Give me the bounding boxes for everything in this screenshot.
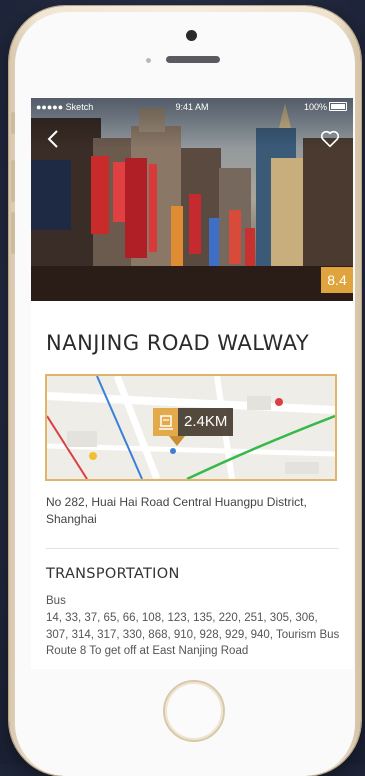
home-button[interactable] bbox=[163, 680, 225, 742]
front-camera bbox=[186, 30, 197, 41]
place-title: NANJING ROAD WALWAY bbox=[46, 331, 310, 355]
address-text: No 282, Huai Hai Road Central Huangpu Di… bbox=[46, 495, 307, 526]
back-button[interactable] bbox=[43, 128, 65, 150]
volume-up-button bbox=[11, 160, 15, 202]
hero-photo: ●●●●● Sketch 9:41 AM 100% 8.4 bbox=[31, 98, 353, 301]
mute-switch bbox=[11, 112, 15, 134]
battery-icon bbox=[329, 102, 347, 111]
bus-routes-text: 14, 33, 37, 65, 66, 108, 123, 135, 220, … bbox=[46, 612, 340, 657]
divider bbox=[46, 548, 339, 549]
transport-mode: Bus bbox=[46, 595, 66, 607]
distance-label: 2.4KM bbox=[178, 408, 234, 436]
proximity-sensor bbox=[146, 58, 151, 63]
app-screen: ●●●●● Sketch 9:41 AM 100% 8.4 NANJING RO… bbox=[31, 98, 353, 669]
heart-icon bbox=[320, 130, 340, 148]
earpiece-speaker bbox=[166, 56, 220, 63]
battery-indicator: 100% bbox=[304, 98, 347, 116]
building-icon bbox=[158, 415, 173, 430]
street-scene-illustration bbox=[31, 98, 353, 301]
location-building-icon bbox=[153, 408, 178, 436]
battery-percent: 100% bbox=[303, 102, 327, 112]
volume-down-button bbox=[11, 212, 15, 254]
favorite-button[interactable] bbox=[319, 128, 341, 150]
rating-badge: 8.4 bbox=[321, 267, 353, 293]
chevron-left-icon bbox=[47, 130, 58, 148]
distance-badge: 2.4KM bbox=[153, 408, 234, 436]
transportation-heading: TRANSPORTATION bbox=[46, 566, 180, 582]
status-bar: ●●●●● Sketch 9:41 AM 100% bbox=[31, 98, 353, 116]
map-pin-icon bbox=[169, 436, 185, 446]
map-preview[interactable]: 2.4KM bbox=[45, 374, 337, 481]
